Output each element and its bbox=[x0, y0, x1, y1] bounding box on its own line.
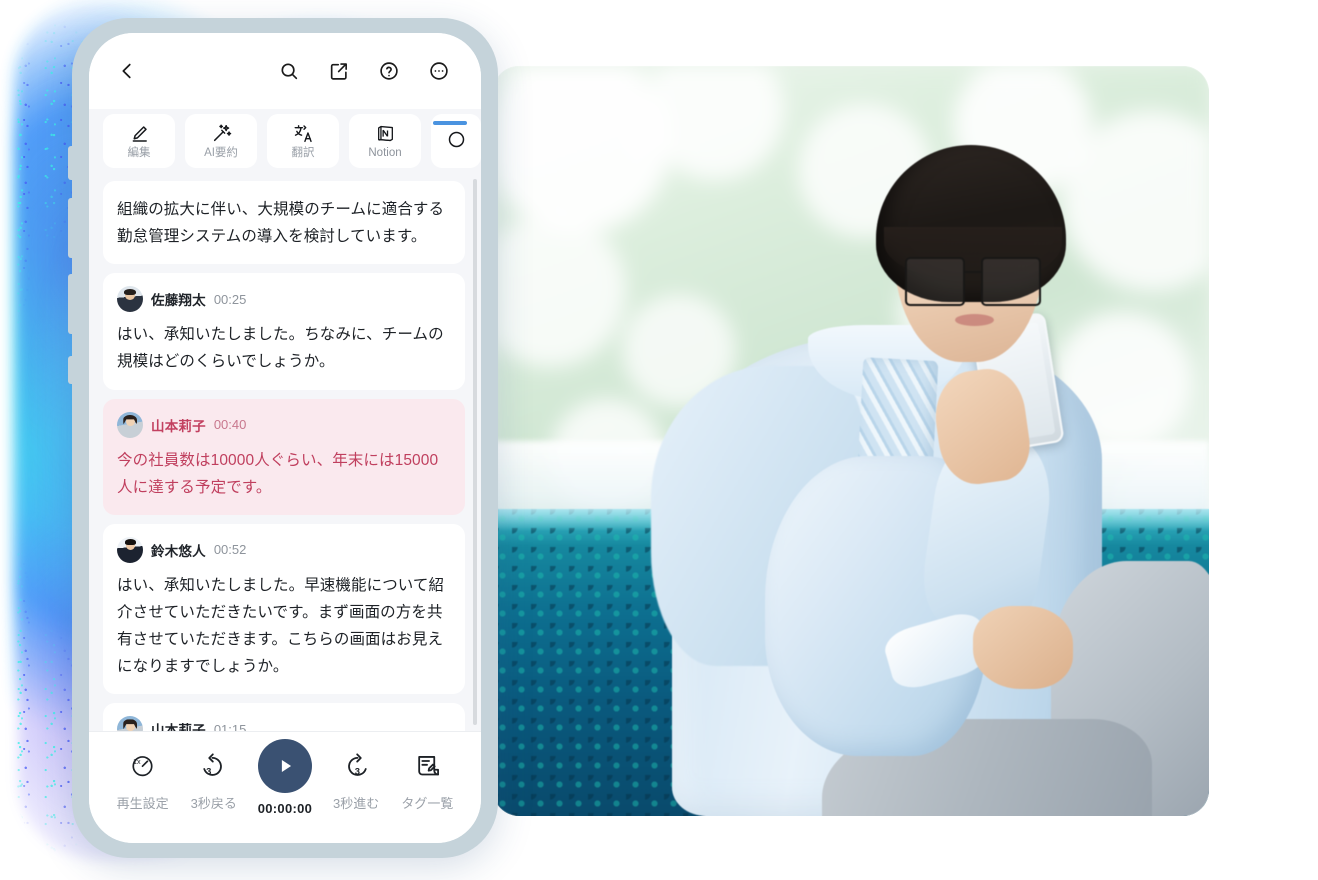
tag-list-icon bbox=[414, 748, 441, 782]
transcript-meta: 山本莉子 00:40 bbox=[117, 411, 451, 438]
transcript-item[interactable]: 佐藤翔太 00:25 はい、承知いたしました。ちなみに、チームの規模はどのくらい… bbox=[103, 273, 465, 390]
forward-3s-label: 3秒進む bbox=[333, 796, 380, 811]
transcript-text: 組織の拡大に伴い、大規模のチームに適合する勤怠管理システムの導入を検討しています… bbox=[117, 201, 445, 246]
transcript-scrollbar[interactable] bbox=[473, 179, 477, 725]
transcript-meta: 山本莉子 01:15 bbox=[117, 716, 451, 731]
photo-soft-overlay bbox=[493, 66, 1209, 816]
speaker-name: 佐藤翔太 bbox=[151, 293, 206, 309]
phone-volume-down-button[interactable] bbox=[68, 274, 73, 334]
avatar bbox=[117, 716, 143, 731]
svg-text:1x: 1x bbox=[133, 756, 141, 765]
ai-sparkle-icon bbox=[211, 123, 232, 145]
more-icon[interactable] bbox=[419, 51, 459, 91]
phone-mockup: 編集 AI要約 翻訳 Notion 組織の拡大に伴い、大規模のチームに適合する勤… bbox=[68, 18, 498, 858]
action-chip-row[interactable]: 編集 AI要約 翻訳 Notion bbox=[89, 109, 481, 173]
play-icon bbox=[257, 739, 312, 793]
back-button[interactable] bbox=[107, 51, 147, 91]
transcript-list[interactable]: 組織の拡大に伴い、大規模のチームに適合する勤怠管理システムの導入を検討しています… bbox=[89, 173, 481, 731]
avatar bbox=[117, 411, 143, 438]
rewind-3s-label: 3秒戻る bbox=[190, 796, 237, 811]
chip-edit-label: 編集 bbox=[127, 146, 151, 159]
timestamp[interactable]: 01:15 bbox=[214, 722, 247, 731]
transcript-item[interactable]: 組織の拡大に伴い、大規模のチームに適合する勤怠管理システムの導入を検討しています… bbox=[103, 181, 465, 265]
transcript-item-highlighted[interactable]: 山本莉子 00:40 今の社員数は10000人ぐらい、年末には15000人に達す… bbox=[103, 398, 465, 515]
play-button[interactable]: 00:00:00 bbox=[257, 739, 313, 816]
chip-translate-label: 翻訳 bbox=[291, 146, 315, 159]
tag-list-label: タグ一覧 bbox=[401, 796, 454, 811]
transcript-item[interactable]: 山本莉子 01:15 bbox=[103, 703, 465, 731]
speaker-name: 山本莉子 bbox=[151, 418, 206, 434]
transcript-text: はい、承知いたしました。早速機能について紹介させていただきたいです。まず画面の方… bbox=[117, 576, 445, 676]
edit-share-icon[interactable] bbox=[319, 51, 359, 91]
transcript-text: はい、承知いたしました。ちなみに、チームの規模はどのくらいでしょうか。 bbox=[117, 326, 444, 371]
playback-speed-button[interactable]: 1x 再生設定 bbox=[115, 748, 171, 812]
transcript-text: 今の社員数は10000人ぐらい、年末には15000人に達する予定です。 bbox=[117, 451, 439, 496]
notion-icon bbox=[375, 123, 396, 145]
app-header bbox=[89, 33, 481, 109]
phone-screen: 編集 AI要約 翻訳 Notion 組織の拡大に伴い、大規模のチームに適合する勤… bbox=[89, 33, 481, 843]
forward-3s-button[interactable]: 3 3秒進む bbox=[328, 748, 384, 812]
chip-notion-label: Notion bbox=[368, 146, 402, 159]
meeting-photo bbox=[493, 66, 1209, 816]
search-icon[interactable] bbox=[269, 51, 309, 91]
chip-ai-summary-label: AI要約 bbox=[204, 146, 238, 159]
rewind-3s-button[interactable]: 3 3秒戻る bbox=[186, 748, 242, 812]
chip-translate[interactable]: 翻訳 bbox=[267, 114, 339, 168]
playback-speed-label: 再生設定 bbox=[116, 796, 169, 811]
chip-edit[interactable]: 編集 bbox=[103, 114, 175, 168]
timestamp[interactable]: 00:40 bbox=[214, 417, 247, 432]
svg-text:3: 3 bbox=[354, 766, 359, 777]
pencil-icon bbox=[129, 123, 150, 145]
chip-ai-summary[interactable]: AI要約 bbox=[185, 114, 257, 168]
transcript-meta: 鈴木悠人 00:52 bbox=[117, 536, 451, 563]
speaker-name: 鈴木悠人 bbox=[151, 543, 206, 559]
timestamp[interactable]: 00:25 bbox=[214, 292, 247, 307]
help-icon[interactable] bbox=[369, 51, 409, 91]
phone-side-button-1[interactable] bbox=[68, 146, 73, 180]
timestamp[interactable]: 00:52 bbox=[214, 542, 247, 557]
chip-notion[interactable]: Notion bbox=[349, 114, 421, 168]
phone-side-button-4[interactable] bbox=[68, 356, 73, 384]
replay-3-icon: 3 bbox=[200, 748, 227, 782]
speaker-name: 山本莉子 bbox=[151, 723, 206, 731]
header-actions bbox=[269, 51, 459, 91]
transcript-meta: 佐藤翔太 00:25 bbox=[117, 286, 451, 313]
player-controls: 1x 再生設定 3 3秒戻る 00:00:00 3 3秒進む タグ一覧 bbox=[89, 731, 481, 843]
tag-list-button[interactable]: タグ一覧 bbox=[399, 748, 455, 812]
forward-3-icon: 3 bbox=[343, 748, 370, 782]
avatar bbox=[117, 286, 143, 313]
clipped-icon bbox=[446, 129, 467, 151]
translate-icon bbox=[293, 123, 314, 145]
svg-text:3: 3 bbox=[206, 766, 211, 777]
playback-speed-icon: 1x bbox=[129, 748, 156, 782]
avatar bbox=[117, 536, 143, 563]
transcript-item[interactable]: 鈴木悠人 00:52 はい、承知いたしました。早速機能について紹介させていただき… bbox=[103, 523, 465, 695]
phone-volume-up-button[interactable] bbox=[68, 198, 73, 258]
current-time: 00:00:00 bbox=[257, 801, 313, 816]
chip-row-scroll-indicator[interactable] bbox=[433, 121, 467, 125]
screenshot-root: 編集 AI要約 翻訳 Notion 組織の拡大に伴い、大規模のチームに適合する勤… bbox=[0, 0, 1318, 880]
video-preview-panel[interactable] bbox=[493, 66, 1209, 816]
